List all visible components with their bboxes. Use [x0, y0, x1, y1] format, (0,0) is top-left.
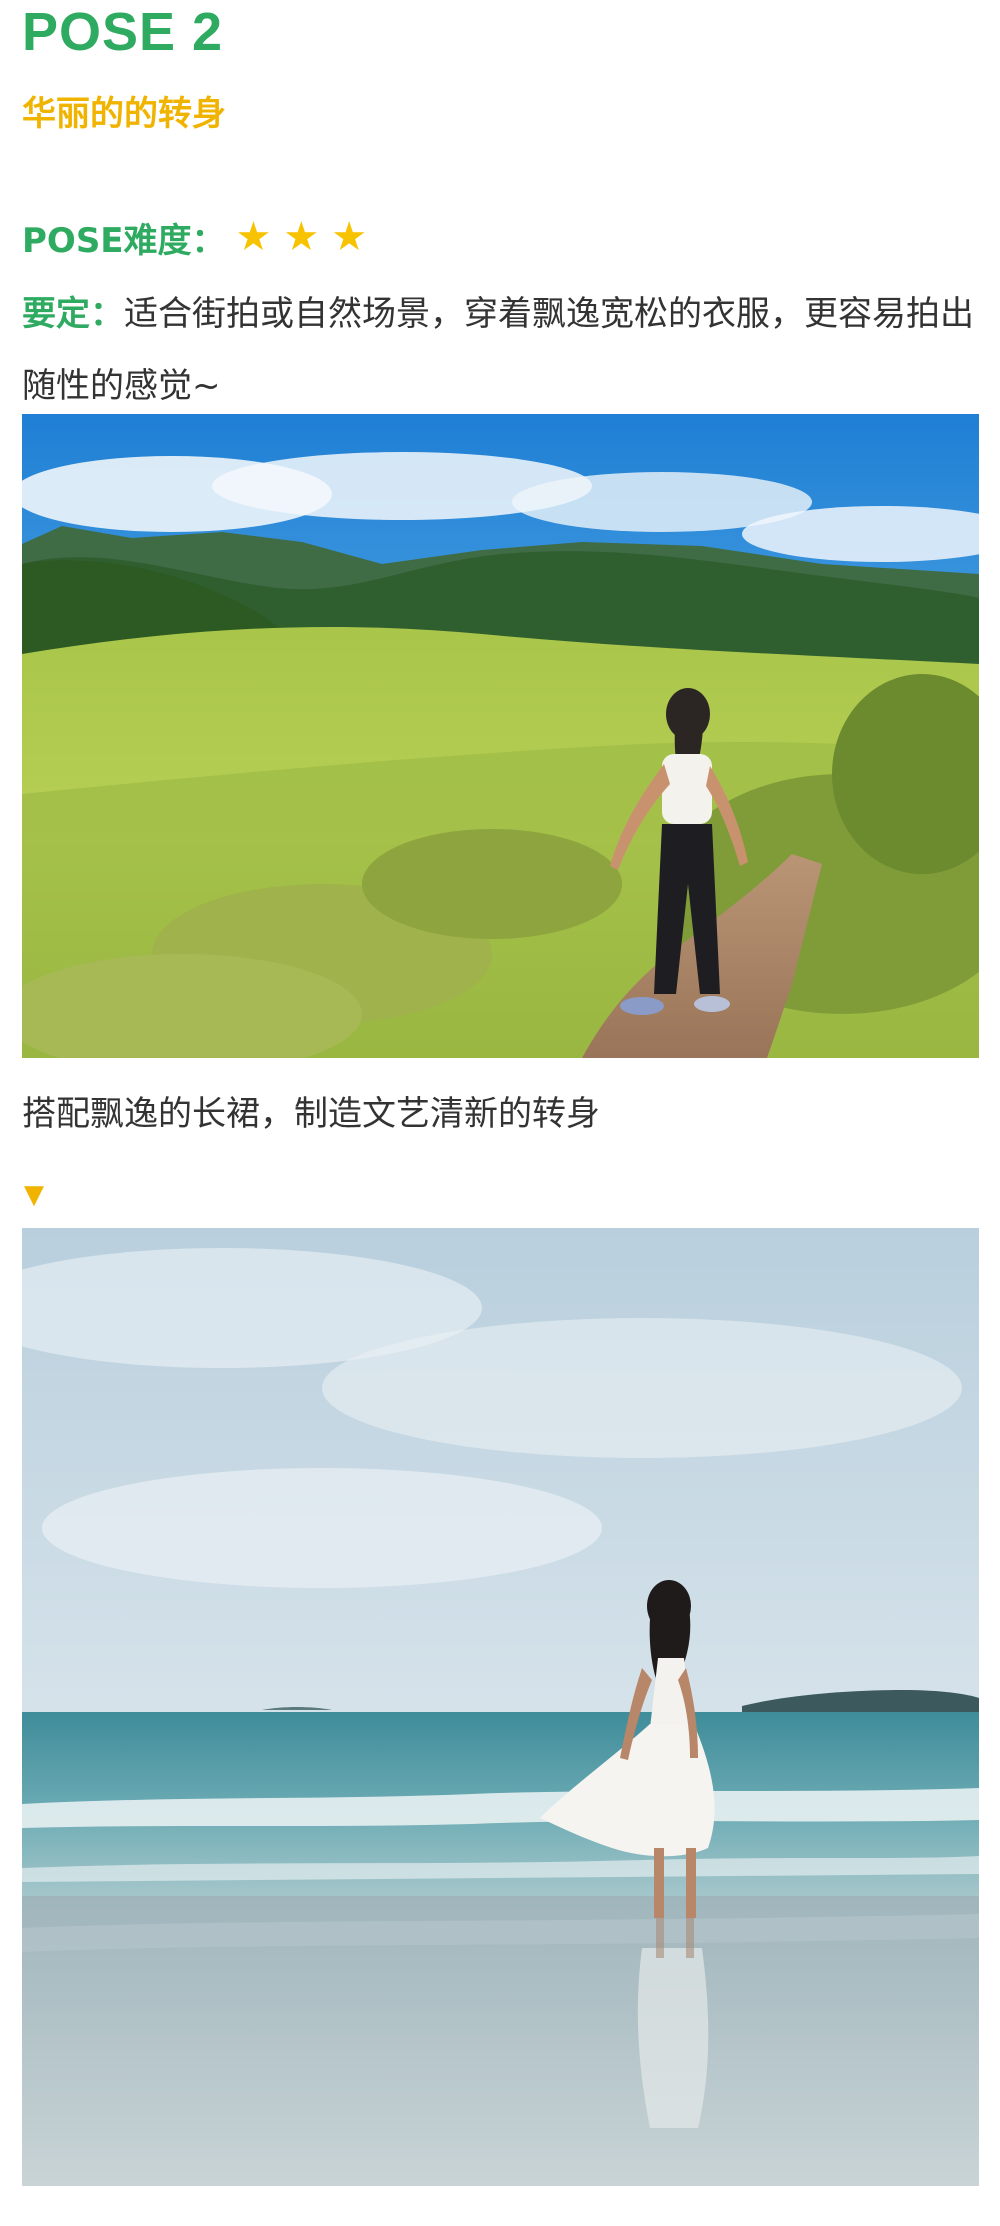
key-points: 要定：适合街拍或自然场景，穿着飘逸宽松的衣服，更容易拍出随性的感觉~ — [22, 278, 982, 422]
difficulty-row: POSE难度： ★ ★ ★ — [22, 212, 379, 262]
star-icon: ★ — [283, 214, 320, 260]
pose-title: POSE 2 — [22, 2, 224, 62]
difficulty-label: POSE难度： — [22, 220, 226, 261]
photo-grassland-turn — [22, 414, 979, 1058]
photo-beach-turn — [22, 1228, 979, 2186]
key-points-label: 要定： — [22, 294, 124, 334]
key-points-text: 适合街拍或自然场景，穿着飘逸宽松的衣服，更容易拍出随性的感觉~ — [22, 294, 974, 406]
star-icon: ★ — [331, 214, 368, 260]
star-icon: ★ — [235, 214, 272, 260]
pose-subtitle: 华丽的的转身 — [22, 94, 226, 134]
difficulty-stars: ★ ★ ★ — [236, 217, 380, 257]
down-arrow-icon: ▼ — [24, 1180, 44, 1210]
photo-caption: 搭配飘逸的长裙，制造文艺清新的转身 — [22, 1094, 600, 1134]
